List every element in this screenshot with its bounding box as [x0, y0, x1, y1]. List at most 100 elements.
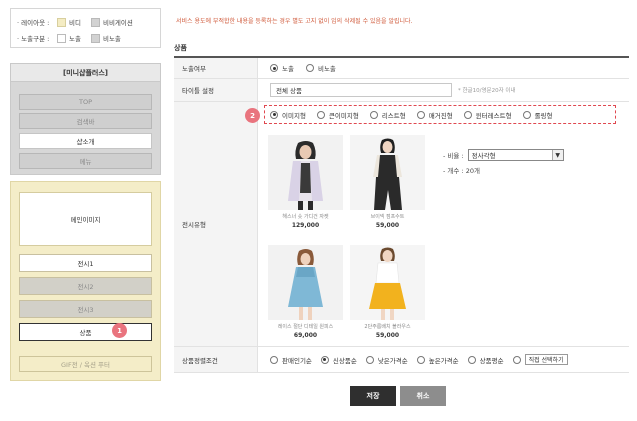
exposure-label: 노출여부 [174, 58, 258, 79]
notice-text: 서비스 용도에 부적합한 내용을 등록하는 경우 별도 고지 없이 임의 삭제될… [176, 18, 413, 25]
swatch-white [57, 33, 66, 43]
product-card[interactable]: 브이넥 점프수트 59,000 [350, 135, 425, 229]
display-type-options: 이미지형 큰이미지형 리스트형 매거진형 윈터레스트형 롤링형 [264, 105, 616, 124]
radio-dot [270, 355, 278, 364]
display-radio-list[interactable]: 리스트형 [369, 110, 406, 120]
radio-dot [316, 110, 325, 119]
step-badge-2: 2 [245, 108, 260, 123]
legend-exposure-label: · 노출구분 : [17, 35, 50, 43]
panel-button-footer[interactable]: GIF전 / 옥션 푸터 [19, 356, 152, 372]
legend-layout-label: · 레이아웃 : [17, 19, 50, 27]
display-radio-pinterest[interactable]: 윈터레스트형 [463, 110, 512, 120]
mini-panel-bottom: 메인이미지 전시1 전시2 전시3 상품 GIF전 / 옥션 푸터 [10, 181, 161, 381]
radio-dot [305, 64, 314, 72]
exposure-radio-hide[interactable]: 비노출 [305, 63, 336, 73]
radio-label: 판매인기순 [282, 356, 312, 365]
title-input[interactable]: 전체 상품 [270, 83, 452, 97]
panel-button-display-2[interactable]: 전시2 [19, 277, 152, 295]
sort-radio-high-price[interactable]: 높은가격순 [416, 355, 459, 365]
radio-label: 상품평순 [479, 356, 504, 365]
exposure-radio-show[interactable]: 노출 [270, 63, 294, 73]
radio-dot [522, 110, 531, 119]
radio-dot [369, 110, 378, 119]
exposure-options: 노출 비노출 [258, 58, 629, 79]
ratio-setting: - 비율 : 정사각형 ▼ [443, 149, 564, 161]
title-setting-label: 타이틀 설정 [174, 79, 258, 102]
radio-label: 롤링형 [534, 111, 553, 120]
manual-select-button[interactable]: 직접 선택하기 [524, 354, 568, 365]
section-title: 상품 [174, 44, 187, 52]
legend-item-gray2: 비노출 [90, 33, 121, 43]
product-price: 69,000 [293, 332, 318, 339]
radio-dot [467, 355, 476, 364]
sort-radio-low-price[interactable]: 낮은가격순 [365, 355, 408, 365]
chevron-down-icon: ▼ [551, 150, 563, 160]
panel-button-searchbar[interactable]: 검색바 [19, 113, 152, 129]
product-image [350, 135, 425, 210]
sort-label: 상품정렬조건 [174, 347, 258, 373]
product-card[interactable]: 레이스 절단 디테일 원피스 69,000 [268, 245, 343, 339]
sort-radio-manual[interactable]: 직접 선택하기 [512, 354, 568, 365]
save-button[interactable]: 저장 [350, 386, 396, 406]
product-name: 브이넥 점프수트 [370, 214, 405, 220]
sort-radio-review[interactable]: 상품평순 [467, 355, 504, 365]
product-name: 해스너 숏 가디건 자켓 [282, 214, 329, 220]
legend-item-gray: 비비게이션 [90, 17, 133, 27]
display-type-label: 전시유형 [174, 102, 258, 347]
legend-item-label: 비노출 [102, 35, 121, 43]
sort-radio-newest[interactable]: 신상품순 [320, 355, 357, 365]
radio-label: 신상품순 [332, 356, 357, 365]
panel-button-shop-intro[interactable]: 샵소개 [19, 133, 152, 149]
panel-button-display-3[interactable]: 전시3 [19, 300, 152, 318]
radio-label: 노출 [282, 65, 294, 73]
legend-item-label: 비디 [69, 19, 81, 27]
radio-label: 낮은가격순 [377, 356, 408, 365]
title-setting-value: 전체 상품 * 한글10/영문20자 이내 [258, 79, 629, 102]
product-image [350, 245, 425, 320]
panel-button-main-image[interactable]: 메인이미지 [19, 192, 152, 246]
radio-dot [512, 355, 521, 364]
radio-label: 비노출 [317, 65, 336, 73]
legend-layout-row: · 레이아웃 : 비디 비비게이션 [17, 17, 143, 27]
product-price: 129,000 [291, 222, 320, 229]
legend-item-white: 노출 [57, 33, 81, 43]
swatch-gray [90, 17, 100, 27]
legend-exposure-row: · 노출구분 : 노출 비노출 [17, 33, 131, 43]
count-text: - 개수 : 20개 [443, 167, 480, 175]
radio-dot [463, 110, 472, 119]
mini-panel-title: [미니샵플러스] [11, 64, 160, 82]
product-price: 59,000 [375, 332, 400, 339]
radio-label: 이미지형 [282, 111, 306, 120]
radio-dot [270, 110, 278, 119]
radio-dot [270, 64, 278, 72]
panel-button-top[interactable]: TOP [19, 94, 152, 110]
display-radio-rolling[interactable]: 롤링형 [522, 110, 553, 120]
radio-dot [320, 355, 329, 364]
ratio-select[interactable]: 정사각형 ▼ [467, 149, 564, 161]
display-radio-magazine[interactable]: 매거진형 [416, 110, 453, 120]
product-name: 2단주름배치 볼라우스 [364, 324, 411, 330]
swatch-yellow [57, 17, 66, 27]
sort-radio-popular[interactable]: 판매인기순 [270, 355, 312, 365]
swatch-gray [90, 33, 100, 43]
mini-panel-top: [미니샵플러스] TOP 검색바 샵소개 메뉴 [10, 63, 161, 175]
sort-options: 판매인기순 신상품순 낮은가격순 높은가격순 상품평순 직접 선택하기 [258, 347, 629, 373]
cancel-button[interactable]: 취소 [400, 386, 446, 406]
radio-dot [416, 355, 425, 364]
panel-button-menu[interactable]: 메뉴 [19, 153, 152, 169]
product-card[interactable]: 해스너 숏 가디건 자켓 129,000 [268, 135, 343, 229]
radio-label: 큰이미지형 [328, 111, 359, 120]
product-image [268, 245, 343, 320]
panel-button-display-1[interactable]: 전시1 [19, 254, 152, 272]
radio-label: 리스트형 [381, 111, 406, 120]
panel-button-products[interactable]: 상품 [19, 323, 152, 341]
display-radio-large-image[interactable]: 큰이미지형 [316, 110, 359, 120]
title-hint: * 한글10/영문20자 이내 [458, 88, 516, 94]
ratio-select-value: 정사각형 [471, 152, 496, 160]
display-radio-image[interactable]: 이미지형 [270, 110, 306, 120]
legend-box: · 레이아웃 : 비디 비비게이션 · 노출구분 : 노출 비노출 [10, 8, 161, 48]
legend-item-label: 노출 [69, 35, 81, 43]
step-badge-1: 1 [112, 323, 127, 338]
product-card[interactable]: 2단주름배치 볼라우스 59,000 [350, 245, 425, 339]
radio-label: 윈터레스트형 [475, 111, 512, 120]
